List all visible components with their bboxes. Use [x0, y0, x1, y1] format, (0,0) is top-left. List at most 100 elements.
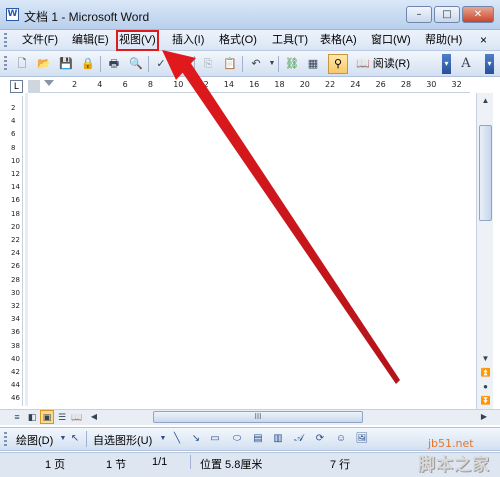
rectangle-icon[interactable]: ▭: [208, 432, 222, 446]
toolbar-options-chevron-icon[interactable]: ▾: [442, 54, 451, 74]
status-page-count: 1/1: [152, 456, 168, 468]
drawing-toolbar-grip[interactable]: [4, 432, 7, 446]
print-layout-view-icon[interactable]: ▣: [40, 410, 54, 424]
vertical-ruler-tick-label: 6: [11, 130, 16, 139]
vertical-ruler-tick-label: 2: [11, 104, 16, 112]
read-button[interactable]: 📖 阅读(R): [356, 56, 410, 72]
copy-icon[interactable]: ⎘: [200, 56, 216, 72]
vertical-ruler-tick-label: 38: [11, 341, 20, 350]
vertical-ruler-tick-label: 26: [11, 262, 20, 271]
maximize-button[interactable]: □: [434, 6, 460, 23]
table-icon[interactable]: ▦: [305, 56, 321, 72]
ruler-tick-label: 18: [274, 80, 285, 89]
document-map-icon[interactable]: ⚲: [328, 54, 348, 74]
status-line: 7 行: [330, 459, 351, 471]
web-layout-view-icon[interactable]: ◧: [26, 411, 38, 423]
vertical-ruler-tick-label: 44: [11, 381, 20, 390]
new-document-icon[interactable]: 🗋: [14, 56, 30, 72]
vertical-ruler-tick-label: 16: [11, 196, 20, 205]
font-size-icon[interactable]: A: [458, 56, 474, 72]
first-line-indent-marker[interactable]: [44, 80, 54, 86]
print-preview-icon[interactable]: 🔍: [128, 56, 144, 72]
scroll-right-icon[interactable]: ▶: [478, 411, 490, 423]
arrow-icon[interactable]: ↘: [189, 432, 203, 446]
vertical-ruler-tick-label: 14: [11, 183, 20, 192]
menu-edit[interactable]: 编辑(E): [72, 33, 109, 48]
menu-insert[interactable]: 插入(I): [172, 33, 204, 48]
outline-view-icon[interactable]: ☰: [56, 411, 68, 423]
ruler-tick-label: 8: [147, 80, 153, 89]
horizontal-scroll-thumb[interactable]: III: [153, 411, 363, 423]
window-title: 文档 1 - Microsoft Word: [24, 10, 150, 24]
vertical-ruler-tick-label: 32: [11, 302, 20, 310]
menu-tools[interactable]: 工具(T): [272, 33, 308, 48]
close-document-button[interactable]: ×: [480, 33, 487, 47]
line-icon[interactable]: ╲: [170, 432, 184, 446]
vertical-scroll-thumb[interactable]: [479, 125, 492, 221]
tab-selector[interactable]: L: [10, 80, 23, 93]
permission-icon[interactable]: 🔒: [80, 56, 96, 72]
status-position: 位置 5.8厘米: [200, 459, 263, 471]
scroll-left-icon[interactable]: ◀: [88, 411, 100, 423]
autoshapes-dropdown-icon[interactable]: ▼: [156, 432, 170, 446]
title-bar: W 文档 1 - Microsoft Word – □ ✕: [0, 0, 500, 30]
draw-menu-button[interactable]: 绘图(D): [16, 432, 53, 448]
print-icon[interactable]: 🖶: [106, 56, 122, 72]
research-icon[interactable]: 📖: [174, 56, 190, 72]
vertical-ruler-tick-label: 8: [11, 143, 16, 152]
ruler-tick-label: 30: [426, 80, 437, 89]
read-label: 阅读(R): [372, 58, 411, 70]
vertical-scrollbar[interactable]: ▲ ▼ ⏫ ● ⏬: [476, 93, 493, 409]
text-box-icon[interactable]: ▤: [251, 432, 265, 446]
document-page[interactable]: [28, 96, 474, 406]
previous-page-icon[interactable]: ⏫: [478, 365, 493, 380]
menu-format[interactable]: 格式(O): [219, 33, 257, 48]
minimize-button[interactable]: –: [406, 6, 432, 23]
menubar-grip[interactable]: [4, 33, 7, 47]
select-objects-icon[interactable]: ↖: [68, 432, 82, 446]
next-page-icon[interactable]: ⏬: [478, 393, 493, 408]
save-icon[interactable]: 💾: [58, 56, 74, 72]
close-button[interactable]: ✕: [462, 6, 494, 23]
autoshapes-menu-button[interactable]: 自选图形(U): [93, 432, 152, 448]
toolbar-separator: [242, 56, 243, 72]
vertical-ruler-tick-label: 30: [11, 288, 20, 297]
undo-icon[interactable]: ↶: [248, 56, 264, 72]
menu-file[interactable]: 文件(F): [22, 33, 58, 48]
spelling-icon[interactable]: ✓: [153, 56, 169, 72]
vertical-ruler-tick-label: 28: [11, 275, 20, 284]
clip-art-icon[interactable]: ☺: [334, 432, 348, 446]
scroll-up-icon[interactable]: ▲: [478, 93, 493, 108]
toolbar-separator: [100, 56, 101, 72]
vertical-ruler-tick-label: 4: [11, 117, 16, 126]
ruler-tick-label: 24: [350, 80, 361, 89]
hyperlink-icon[interactable]: ⛓: [284, 56, 300, 72]
word-doc-icon[interactable]: W: [6, 8, 19, 21]
ruler-tick-label: 26: [375, 80, 386, 89]
toolbar-grip[interactable]: [4, 56, 7, 70]
diagram-icon[interactable]: ⟳: [313, 432, 327, 446]
toolbar-separator: [148, 56, 149, 72]
wordart-icon[interactable]: 𝒜: [292, 432, 306, 446]
vertical-ruler-tick-label: 34: [11, 315, 20, 324]
menu-help[interactable]: 帮助(H): [425, 33, 462, 48]
vertical-ruler-tick-label: 10: [11, 156, 20, 165]
menu-table[interactable]: 表格(A): [320, 33, 357, 48]
menu-window[interactable]: 窗口(W): [371, 33, 411, 48]
normal-view-icon[interactable]: ≡: [11, 411, 23, 423]
ruler-tick-label: 22: [325, 80, 336, 89]
open-folder-icon[interactable]: 📂: [36, 56, 52, 72]
paste-icon[interactable]: 📋: [222, 56, 238, 72]
oval-icon[interactable]: ⬭: [230, 432, 244, 446]
read-icon: 📖: [356, 58, 370, 70]
reading-view-icon[interactable]: 📖: [71, 411, 83, 423]
scroll-down-icon[interactable]: ▼: [478, 351, 493, 366]
status-separator: [190, 455, 191, 469]
vertical-text-box-icon[interactable]: ▥: [271, 432, 285, 446]
insert-picture-icon[interactable]: 🖼: [355, 432, 369, 446]
menu-view[interactable]: 视图(V): [116, 30, 159, 51]
ruler-tick-label: 20: [299, 80, 310, 89]
vertical-ruler-tick-label: 20: [11, 222, 20, 231]
formatting-options-chevron-icon[interactable]: ▾: [485, 54, 494, 74]
browse-object-icon[interactable]: ●: [478, 379, 493, 394]
